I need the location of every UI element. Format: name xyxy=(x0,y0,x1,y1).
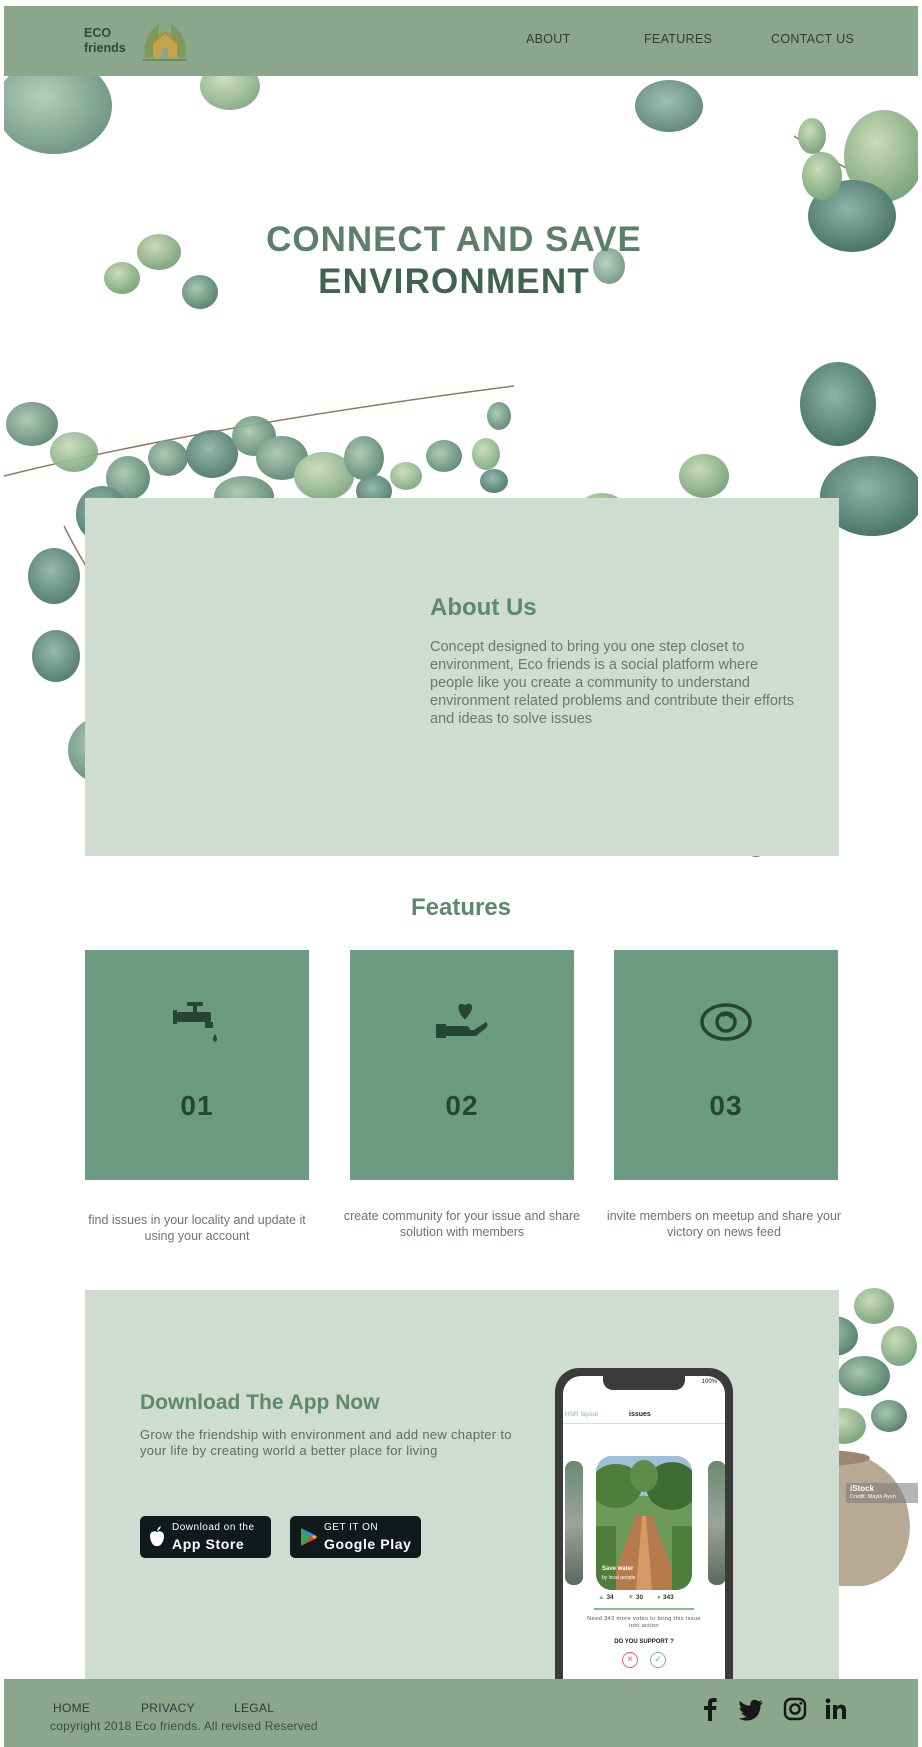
hero-title-line-2: ENVIRONMENT xyxy=(318,262,590,301)
download-description: Grow the friendship with environment and… xyxy=(140,1427,512,1458)
likes-count: 34 xyxy=(606,1594,614,1601)
phone-back-link: HSR layout xyxy=(565,1411,598,1418)
nav-contact-link[interactable]: CONTACT US xyxy=(771,32,854,46)
phone-screen-title: issues xyxy=(629,1411,651,1418)
footer-home-link[interactable]: HOME xyxy=(53,1701,90,1715)
copyright-text: copyright 2018 Eco friends. All revised … xyxy=(50,1719,318,1733)
feature-number: 03 xyxy=(709,1090,743,1121)
hand-heart-icon xyxy=(436,1003,488,1038)
instagram-icon[interactable] xyxy=(781,1695,809,1723)
house-leaf-logo-icon[interactable] xyxy=(139,18,191,64)
google-play-small-label: GET IT ON xyxy=(324,1522,379,1533)
feature-number: 02 xyxy=(445,1090,479,1121)
brand-line-2: friends xyxy=(84,41,126,55)
hero-title-line-1: CONNECT AND SAVE xyxy=(266,220,642,259)
comments-count: 343 xyxy=(662,1594,674,1601)
approve-icon[interactable]: ✓ xyxy=(650,1652,666,1668)
phone-battery-status: 100% xyxy=(701,1379,717,1385)
watermark-line-2: Credit: Mayia Ayvn xyxy=(850,1494,896,1500)
top-nav-bar: ECO friends ABOUT FEATURES CONTACT US xyxy=(4,6,918,76)
feature-card-1[interactable]: 01 xyxy=(85,950,309,1180)
phone-next-card xyxy=(708,1461,725,1585)
reject-icon[interactable]: × xyxy=(622,1652,638,1668)
google-play-icon xyxy=(301,1528,317,1546)
phone-prev-card xyxy=(565,1461,583,1585)
dislikes-count: 30 xyxy=(635,1594,644,1601)
features-title: Features xyxy=(410,894,512,921)
eye-swirl-icon xyxy=(700,1003,752,1041)
google-play-button[interactable]: GET IT ON Google Play xyxy=(290,1516,421,1558)
feature-description-1: find issues in your locality and update … xyxy=(88,1213,306,1243)
phone-votes-needed: Need 343 more votes to bring this issue … xyxy=(587,1616,701,1629)
phone-mockup: 100% HSR layout issues Save water by loc… xyxy=(555,1368,733,1688)
download-title: Download The App Now xyxy=(140,1391,380,1414)
footer-privacy-link[interactable]: PRIVACY xyxy=(141,1701,195,1715)
thumbs-down-icon[interactable]: ▼ xyxy=(627,1594,633,1601)
app-store-label: App Store xyxy=(172,1536,245,1552)
feature-description-3: invite members on meetup and share your … xyxy=(606,1209,842,1239)
feature-description-2: create community for your issue and shar… xyxy=(343,1209,581,1239)
app-store-small-label: Download on the xyxy=(172,1522,255,1533)
phone-vote-stats: ▲ 34 ▼ 30 ● 343 xyxy=(598,1594,686,1601)
page: ECO friends ABOUT FEATURES CONTACT US CO… xyxy=(4,6,918,1747)
apple-icon xyxy=(150,1526,164,1547)
google-play-label: Google Play xyxy=(324,1536,412,1552)
phone-card-subcaption: by local people xyxy=(602,1575,636,1581)
phone-screen: 100% HSR layout issues Save water by loc… xyxy=(563,1376,725,1688)
facebook-icon[interactable] xyxy=(696,1695,724,1723)
footer: HOME PRIVACY LEGAL copyright 2018 Eco fr… xyxy=(4,1679,918,1747)
feature-card-3[interactable]: 03 xyxy=(614,950,838,1180)
comment-icon[interactable]: ● xyxy=(657,1594,661,1601)
about-title: About Us xyxy=(430,594,537,621)
phone-support-question: DO YOU SUPPORT ? xyxy=(614,1639,674,1645)
brand-name[interactable]: ECO friends xyxy=(84,26,126,56)
nav-about-link[interactable]: ABOUT xyxy=(526,32,571,46)
phone-notch xyxy=(603,1376,685,1390)
brand-line-1: ECO xyxy=(84,26,112,40)
phone-card-caption: Save water xyxy=(602,1566,634,1572)
twitter-icon[interactable] xyxy=(737,1695,765,1723)
feature-number: 01 xyxy=(180,1090,214,1121)
nav-features-link[interactable]: FEATURES xyxy=(644,32,712,46)
feature-card-2[interactable]: 02 xyxy=(350,950,574,1180)
phone-divider xyxy=(563,1423,725,1424)
thumbs-up-icon[interactable]: ▲ xyxy=(598,1594,604,1601)
faucet-icon xyxy=(173,1002,217,1042)
about-description: Concept designed to bring you one step c… xyxy=(430,639,795,727)
footer-legal-link[interactable]: LEGAL xyxy=(234,1701,274,1715)
phone-progress-line xyxy=(594,1608,694,1610)
stock-watermark: iStock Credit: Mayia Ayvn xyxy=(846,1483,918,1503)
watermark-line-1: iStock xyxy=(850,1484,875,1493)
linkedin-icon[interactable] xyxy=(822,1695,850,1723)
app-store-button[interactable]: Download on the App Store xyxy=(140,1516,271,1558)
phone-issue-photo: Save water by local people xyxy=(596,1456,692,1590)
